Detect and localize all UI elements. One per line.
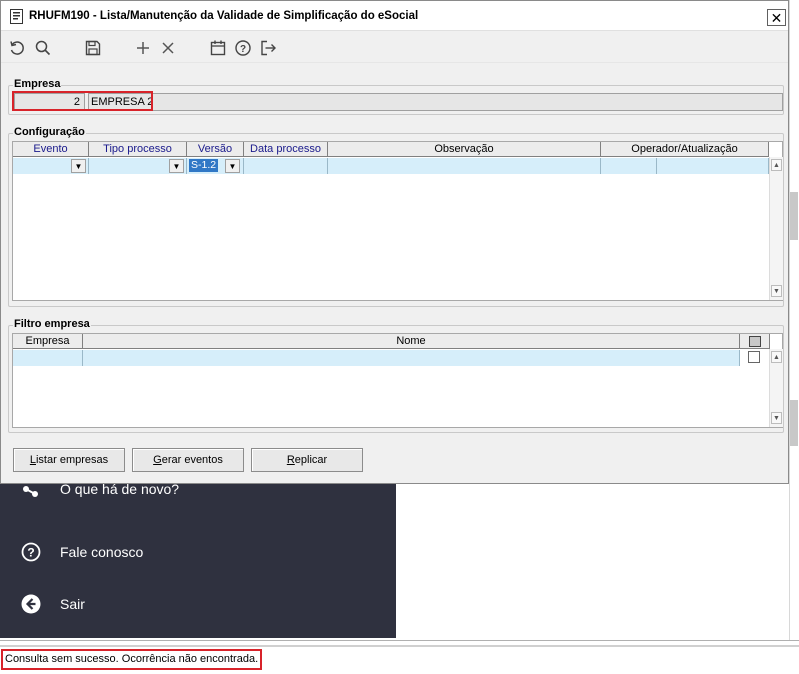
undo-icon[interactable]	[7, 38, 27, 58]
search-icon[interactable]	[33, 38, 53, 58]
filtro-empresa-grid: Empresa Nome ▲ ▼	[12, 333, 783, 428]
filtro-empresa-cell[interactable]	[13, 350, 83, 366]
column-header-tipo-processo[interactable]: Tipo processo	[89, 142, 187, 157]
scroll-up-icon[interactable]: ▲	[771, 159, 782, 171]
svg-text:?: ?	[240, 44, 246, 55]
add-icon[interactable]	[133, 38, 153, 58]
column-header-empresa[interactable]: Empresa	[13, 334, 83, 349]
filtro-nome-cell[interactable]	[83, 350, 740, 366]
help-circle-icon: ?	[20, 541, 42, 563]
toolbar: ?	[1, 32, 788, 63]
status-separator	[0, 645, 799, 647]
column-header-operador[interactable]: Operador/Atualização	[601, 142, 769, 157]
empresa-group-label: Empresa	[13, 78, 62, 90]
listar-label: istar empresas	[35, 454, 109, 466]
column-header-evento[interactable]: Evento	[13, 142, 89, 157]
title-bar: RHUFM190 - Lista/Manutenção da Validade …	[1, 1, 788, 31]
chevron-down-icon[interactable]: ▼	[225, 159, 240, 173]
tipo-processo-combo[interactable]: ▼	[89, 158, 187, 174]
listar-empresas-button[interactable]: Listar empresas	[13, 448, 125, 472]
versao-combo[interactable]: S-1.2 ▼	[187, 158, 244, 174]
exit-icon[interactable]	[258, 38, 278, 58]
status-message: Consulta sem sucesso. Ocorrência não enc…	[1, 649, 263, 670]
configuracao-group-label: Configuração	[13, 126, 86, 138]
gerar-eventos-button[interactable]: Gerar eventos	[132, 448, 244, 472]
gerar-label: erar eventos	[161, 454, 223, 466]
dialog-window: RHUFM190 - Lista/Manutenção da Validade …	[0, 0, 789, 484]
save-icon[interactable]	[83, 38, 103, 58]
atualizacao-field	[657, 158, 769, 174]
help-icon[interactable]: ?	[233, 38, 253, 58]
chevron-down-icon[interactable]: ▼	[169, 159, 184, 173]
menu-item-exit[interactable]: Sair	[20, 593, 85, 615]
chevron-down-icon[interactable]: ▼	[71, 159, 86, 173]
back-arrow-icon	[20, 593, 42, 615]
svg-text:?: ?	[27, 546, 34, 560]
delete-icon[interactable]	[158, 38, 178, 58]
document-icon	[10, 9, 23, 24]
operador-field	[601, 158, 657, 174]
scroll-down-icon[interactable]: ▼	[771, 412, 782, 424]
background-scroll-thumb[interactable]	[790, 192, 798, 240]
close-button[interactable]: ✕	[767, 9, 786, 26]
scroll-down-icon[interactable]: ▼	[771, 285, 782, 297]
menu-item-label: Fale conosco	[60, 544, 144, 560]
background-scroll-thumb-lower[interactable]	[790, 400, 798, 446]
replicar-label: eplicar	[294, 454, 328, 466]
data-processo-field[interactable]	[244, 158, 328, 174]
menu-item-label: Sair	[60, 596, 85, 612]
versao-value: S-1.2	[189, 159, 219, 172]
select-all-icon[interactable]	[748, 336, 761, 347]
select-all-header[interactable]	[740, 334, 770, 349]
scroll-up-icon[interactable]: ▲	[771, 351, 782, 363]
evento-combo[interactable]: ▼	[13, 158, 89, 174]
filtro-empresa-group-label: Filtro empresa	[13, 318, 91, 330]
filtro-scrollbar[interactable]: ▲ ▼	[769, 349, 783, 427]
calendar-icon[interactable]	[208, 38, 228, 58]
configuracao-scrollbar[interactable]: ▲ ▼	[769, 157, 783, 300]
configuracao-grid: Evento Tipo processo Versão Data process…	[12, 141, 783, 301]
observacao-field[interactable]	[328, 158, 601, 174]
column-header-observacao[interactable]: Observação	[328, 142, 601, 157]
gerar-accel: G	[153, 454, 162, 466]
menu-item-contact[interactable]: ? Fale conosco	[20, 541, 143, 563]
empresa-name-field: EMPRESA 2	[88, 93, 783, 111]
side-menu-panel: O que há de novo? ? Fale conosco Sair	[0, 480, 396, 638]
column-header-versao[interactable]: Versão	[187, 142, 244, 157]
replicar-accel: R	[286, 454, 295, 466]
empresa-highlight	[12, 91, 153, 111]
column-header-nome[interactable]: Nome	[83, 334, 740, 349]
column-header-data-processo[interactable]: Data processo	[244, 142, 328, 157]
window-title: RHUFM190 - Lista/Manutenção da Validade …	[29, 10, 419, 22]
background-right-scrollbar[interactable]	[789, 0, 799, 640]
select-checkbox[interactable]	[748, 351, 760, 363]
replicar-button[interactable]: Replicar	[251, 448, 363, 472]
